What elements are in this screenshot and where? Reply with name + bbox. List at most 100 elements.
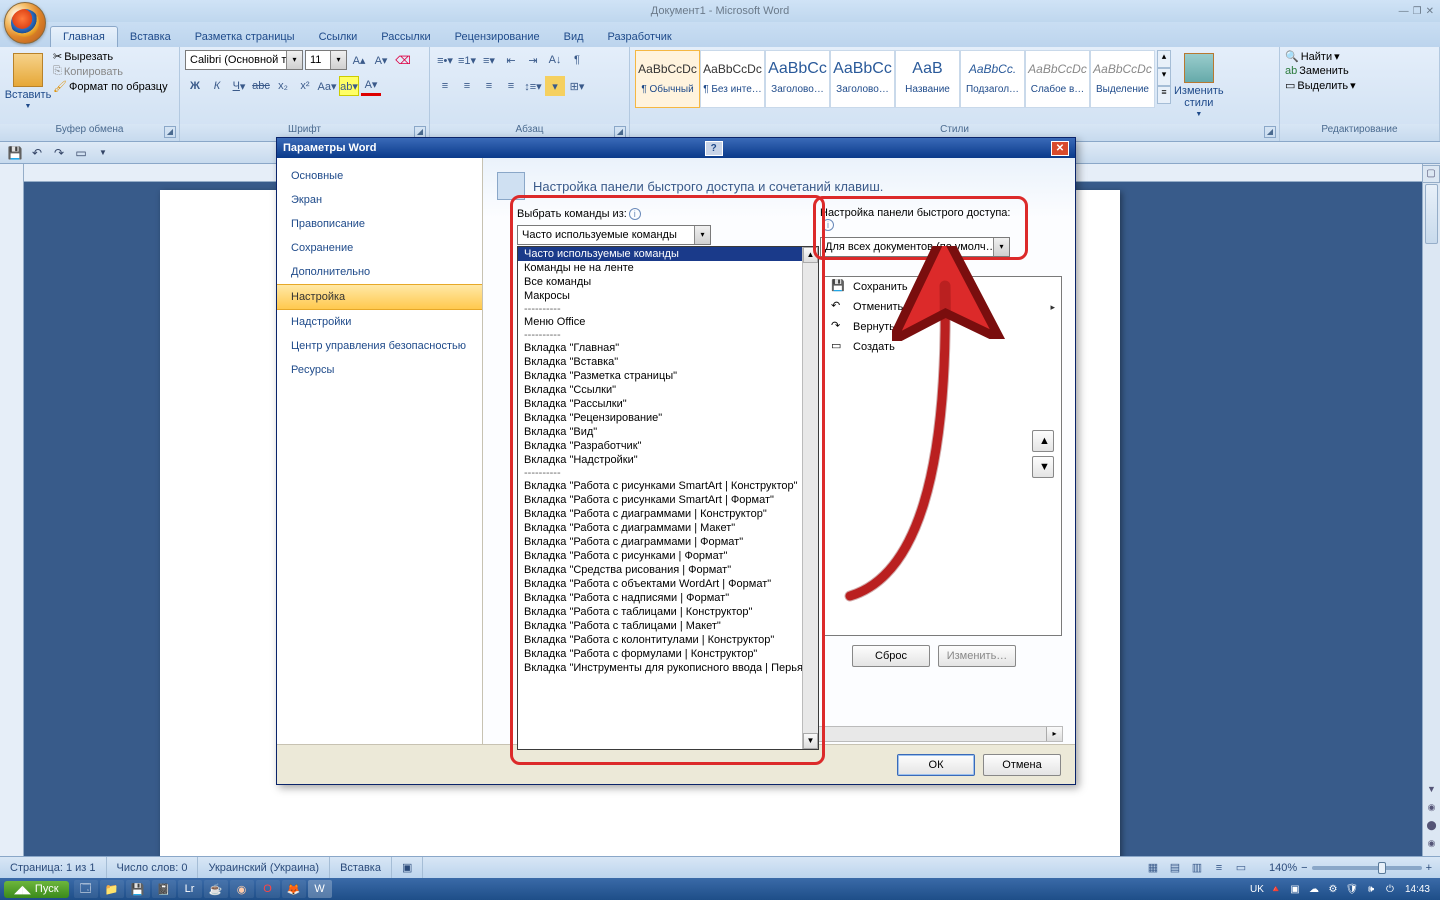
taskbar-app-icon[interactable]: ◉ — [230, 880, 254, 898]
taskbar-app-icon[interactable]: Lr — [178, 880, 202, 898]
dropdown-option[interactable]: Вкладка "Разработчик" — [518, 439, 818, 453]
tray-icon[interactable]: 🕪 — [1363, 881, 1379, 897]
qat-save-icon[interactable]: 💾 — [6, 144, 24, 162]
align-left-icon[interactable]: ≡ — [435, 76, 455, 96]
shrink-font-icon[interactable]: A▾ — [371, 50, 391, 70]
zoom-percent[interactable]: 140% — [1269, 862, 1297, 874]
tray-icon[interactable]: 🛡 — [1344, 881, 1360, 897]
view-print-icon[interactable]: ▦ — [1143, 858, 1163, 878]
status-mode[interactable]: Вставка — [330, 857, 392, 878]
qat-undo-icon[interactable]: ↶ — [28, 144, 46, 162]
shading-icon[interactable]: ▾ — [545, 76, 565, 96]
dialog-help-icon[interactable]: ? — [705, 141, 723, 156]
zoom-slider[interactable] — [1312, 866, 1422, 870]
taskbar-app-icon[interactable]: ☕ — [204, 880, 228, 898]
reset-button[interactable]: Сброс — [852, 645, 930, 667]
modify-button[interactable]: Изменить… — [938, 645, 1016, 667]
align-justify-icon[interactable]: ≡ — [501, 76, 521, 96]
dropdown-option[interactable]: Вкладка "Работа с формулами | Конструкто… — [518, 647, 818, 661]
dropdown-option[interactable]: Вкладка "Работа с рисунками | Формат" — [518, 549, 818, 563]
window-min-icon[interactable]: — — [1399, 6, 1409, 17]
prev-page-icon[interactable]: ◉ — [1423, 802, 1440, 820]
dropdown-option[interactable]: Вкладка "Надстройки" — [518, 453, 818, 467]
superscript-icon[interactable]: x² — [295, 76, 315, 96]
indent-dec-icon[interactable]: ⇤ — [501, 50, 521, 70]
styles-dialog-launcher[interactable]: ◢ — [1264, 126, 1276, 138]
next-page-icon[interactable]: ◉ — [1423, 838, 1440, 856]
pilcrow-icon[interactable]: ¶ — [567, 50, 587, 70]
qat-list-item[interactable]: ↷Вернуть — [825, 317, 1061, 337]
change-styles-button[interactable]: Изменить стили▼ — [1171, 50, 1227, 121]
office-button[interactable] — [4, 2, 46, 44]
bullets-icon[interactable]: ≡•▾ — [435, 50, 455, 70]
numbering-icon[interactable]: ≡1▾ — [457, 50, 477, 70]
ribbon-tab-Рецензирование[interactable]: Рецензирование — [443, 27, 552, 47]
select-button[interactable]: ▭ Выделить ▾ — [1285, 79, 1356, 92]
info-icon[interactable]: i — [629, 208, 641, 220]
dropdown-option[interactable]: Вкладка "Работа с колонтитулами | Констр… — [518, 633, 818, 647]
ruler-toggle-icon[interactable]: ▢ — [1422, 165, 1440, 183]
vertical-ruler[interactable] — [0, 164, 24, 856]
dialog-category-Центр управления безопасностью[interactable]: Центр управления безопасностью — [277, 334, 482, 358]
style-Выделение[interactable]: AaBbCcDcВыделение — [1090, 50, 1155, 108]
taskbar-app-icon[interactable]: 🗔 — [74, 880, 98, 898]
window-max-icon[interactable]: ❐ — [1413, 6, 1422, 17]
change-case-icon[interactable]: Aa▾ — [317, 76, 337, 96]
style-gallery-nav[interactable]: ▾ — [1157, 68, 1171, 86]
tray-lang[interactable]: UK — [1249, 881, 1265, 897]
dropdown-option[interactable]: Вкладка "Работа с диаграммами | Конструк… — [518, 507, 818, 521]
line-spacing-icon[interactable]: ↕≡▾ — [523, 76, 543, 96]
taskbar-app-icon[interactable]: 📓 — [152, 880, 176, 898]
qat-customize-icon[interactable]: ▼ — [94, 144, 112, 162]
cancel-button[interactable]: Отмена — [983, 754, 1061, 776]
zoom-in-icon[interactable]: + — [1426, 862, 1432, 874]
style-Заголово…[interactable]: AaBbCcЗаголово… — [830, 50, 895, 108]
tray-icon[interactable]: ▣ — [1287, 881, 1303, 897]
indent-inc-icon[interactable]: ⇥ — [523, 50, 543, 70]
status-macro-icon[interactable]: ▣ — [392, 857, 423, 878]
ribbon-tab-Главная[interactable]: Главная — [50, 26, 118, 47]
dialog-category-Основные[interactable]: Основные — [277, 164, 482, 188]
dropdown-option[interactable]: Вкладка "Работа с надписями | Формат" — [518, 591, 818, 605]
cut-button[interactable]: ✂ Вырезать — [53, 50, 168, 63]
dropdown-option[interactable]: Вкладка "Работа с таблицами | Макет" — [518, 619, 818, 633]
dialog-category-Надстройки[interactable]: Надстройки — [277, 310, 482, 334]
taskbar-app-icon[interactable]: 🦊 — [282, 880, 306, 898]
dropdown-option[interactable]: Вкладка "Рецензирование" — [518, 411, 818, 425]
find-button[interactable]: 🔍 Найти ▾ — [1285, 50, 1356, 63]
vertical-scrollbar[interactable]: ▲ ▼ ◉ ⬤ ◉ — [1422, 164, 1440, 856]
dropdown-option[interactable]: Вкладка "Вид" — [518, 425, 818, 439]
ribbon-tab-Вставка[interactable]: Вставка — [118, 27, 183, 47]
bold-icon[interactable]: Ж — [185, 76, 205, 96]
borders-icon[interactable]: ⊞▾ — [567, 76, 587, 96]
dropdown-option[interactable]: Вкладка "Работа с рисунками SmartArt | Ф… — [518, 493, 818, 507]
dropdown-option[interactable]: Все команды — [518, 275, 818, 289]
status-words[interactable]: Число слов: 0 — [107, 857, 199, 878]
qat-current-list[interactable]: 💾Сохранить↶Отменить▸↷Вернуть▭Создать — [824, 276, 1062, 636]
style-gallery-nav[interactable]: ≡ — [1157, 86, 1171, 104]
dropdown-option[interactable]: Меню Office — [518, 315, 818, 329]
copy-button[interactable]: ⎘ Копировать — [53, 65, 168, 78]
clipboard-dialog-launcher[interactable]: ◢ — [164, 126, 176, 138]
ribbon-tab-Ссылки[interactable]: Ссылки — [307, 27, 370, 47]
format-painter-button[interactable]: 🖌 Формат по образцу — [53, 80, 168, 93]
taskbar-app-icon[interactable]: 📁 — [100, 880, 124, 898]
status-page[interactable]: Страница: 1 из 1 — [0, 857, 107, 878]
dropdown-scrollbar[interactable]: ▲▼ — [802, 247, 818, 749]
dropdown-option[interactable]: Вкладка "Работа с рисунками SmartArt | К… — [518, 479, 818, 493]
style-Подзагол…[interactable]: AaBbCc.Подзагол… — [960, 50, 1025, 108]
dialog-category-Экран[interactable]: Экран — [277, 188, 482, 212]
view-draft-icon[interactable]: ▭ — [1231, 858, 1251, 878]
dialog-category-Сохранение[interactable]: Сохранение — [277, 236, 482, 260]
chevron-down-icon[interactable]: ▾ — [694, 226, 710, 244]
dropdown-option[interactable]: Часто используемые команды — [518, 247, 818, 261]
scroll-thumb[interactable] — [1425, 184, 1438, 244]
browse-object-icon[interactable]: ⬤ — [1423, 820, 1440, 838]
dropdown-option[interactable]: Вкладка "Вставка" — [518, 355, 818, 369]
subscript-icon[interactable]: x₂ — [273, 76, 293, 96]
qat-redo-icon[interactable]: ↷ — [50, 144, 68, 162]
qat-list-item[interactable]: ▭Создать — [825, 337, 1061, 357]
customize-qat-combo[interactable]: Для всех документов (по умолч…▾ — [820, 237, 1010, 257]
italic-icon[interactable]: К — [207, 76, 227, 96]
dialog-titlebar[interactable]: Параметры Word ? ✕ — [277, 138, 1075, 158]
